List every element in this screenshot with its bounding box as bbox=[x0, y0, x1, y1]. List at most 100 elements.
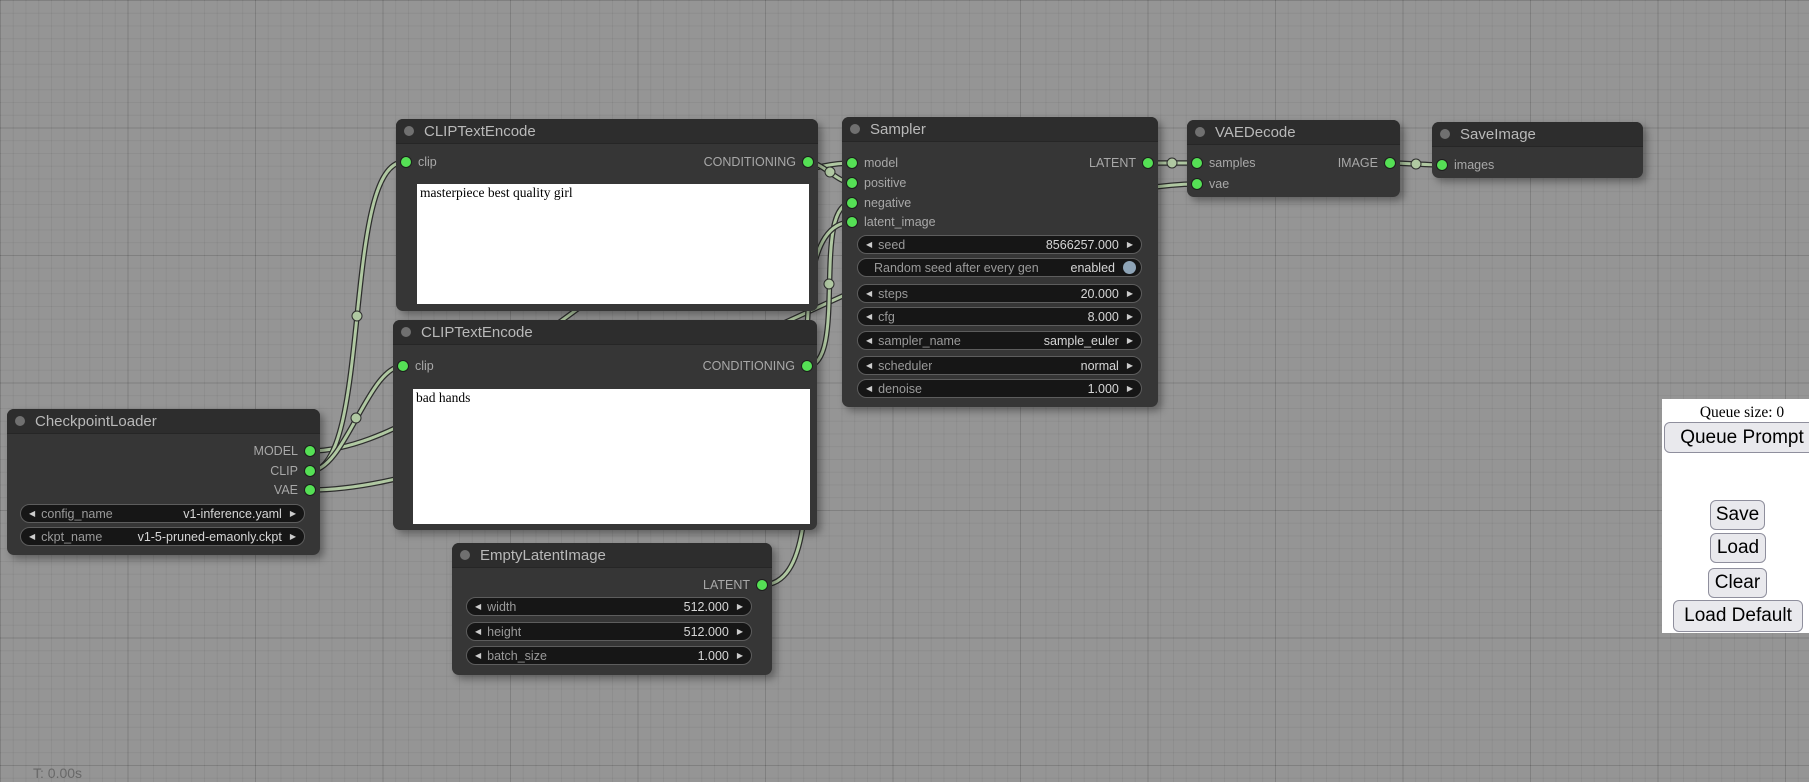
increment-arrow-icon[interactable]: ▶ bbox=[1127, 313, 1133, 321]
widget-batch-size[interactable]: ◀ batch_size 1.000 ▶ bbox=[466, 646, 752, 665]
node-empty-latent-image[interactable]: EmptyLatentImage LATENT ◀ width 512.000 … bbox=[452, 543, 772, 675]
output-slot-conditioning[interactable]: CONDITIONING bbox=[703, 356, 817, 376]
output-pin-icon[interactable] bbox=[305, 466, 315, 476]
input-slot-negative[interactable]: negative bbox=[842, 193, 911, 213]
output-slot-image[interactable]: IMAGE bbox=[1338, 153, 1400, 173]
decrement-arrow-icon[interactable]: ◀ bbox=[29, 510, 35, 518]
output-slot-model[interactable]: MODEL bbox=[254, 441, 320, 461]
increment-arrow-icon[interactable]: ▶ bbox=[1127, 337, 1133, 345]
input-slot-model[interactable]: model bbox=[842, 153, 898, 173]
node-title-bar[interactable]: CLIPTextEncode bbox=[393, 320, 817, 345]
output-slot-conditioning[interactable]: CONDITIONING bbox=[704, 152, 818, 172]
node-save-image[interactable]: SaveImage images bbox=[1432, 122, 1643, 178]
collapse-dot-icon[interactable] bbox=[401, 327, 411, 337]
slot-label: positive bbox=[864, 176, 906, 190]
output-pin-icon[interactable] bbox=[802, 361, 812, 371]
input-pin-icon[interactable] bbox=[401, 157, 411, 167]
node-title-bar[interactable]: Sampler bbox=[842, 117, 1158, 142]
load-button[interactable]: Load bbox=[1710, 533, 1766, 563]
increment-arrow-icon[interactable]: ▶ bbox=[737, 603, 743, 611]
output-slot-latent[interactable]: LATENT bbox=[703, 575, 772, 595]
node-title-bar[interactable]: CLIPTextEncode bbox=[396, 119, 818, 144]
decrement-arrow-icon[interactable]: ◀ bbox=[866, 385, 872, 393]
clear-button[interactable]: Clear bbox=[1708, 568, 1767, 598]
node-title-bar[interactable]: EmptyLatentImage bbox=[452, 543, 772, 568]
increment-arrow-icon[interactable]: ▶ bbox=[1127, 241, 1133, 249]
increment-arrow-icon[interactable]: ▶ bbox=[1127, 290, 1133, 298]
input-slot-images[interactable]: images bbox=[1432, 155, 1494, 175]
output-pin-icon[interactable] bbox=[1143, 158, 1153, 168]
node-title-bar[interactable]: CheckpointLoader bbox=[7, 409, 320, 434]
increment-arrow-icon[interactable]: ▶ bbox=[290, 510, 296, 518]
increment-arrow-icon[interactable]: ▶ bbox=[737, 628, 743, 636]
input-pin-icon[interactable] bbox=[847, 217, 857, 227]
widget-sampler-name[interactable]: ◀ sampler_name sample_euler ▶ bbox=[857, 331, 1142, 350]
collapse-dot-icon[interactable] bbox=[15, 416, 25, 426]
decrement-arrow-icon[interactable]: ◀ bbox=[475, 628, 481, 636]
decrement-arrow-icon[interactable]: ◀ bbox=[475, 652, 481, 660]
widget-denoise[interactable]: ◀ denoise 1.000 ▶ bbox=[857, 379, 1142, 398]
decrement-arrow-icon[interactable]: ◀ bbox=[866, 290, 872, 298]
load-default-button[interactable]: Load Default bbox=[1673, 600, 1803, 632]
increment-arrow-icon[interactable]: ▶ bbox=[1127, 362, 1133, 370]
toggle-indicator-icon[interactable] bbox=[1123, 261, 1136, 274]
decrement-arrow-icon[interactable]: ◀ bbox=[866, 313, 872, 321]
increment-arrow-icon[interactable]: ▶ bbox=[1127, 385, 1133, 393]
queue-prompt-button[interactable]: Queue Prompt bbox=[1664, 422, 1809, 453]
input-slot-clip[interactable]: clip bbox=[396, 152, 437, 172]
positive-prompt-textarea[interactable]: masterpiece best quality girl bbox=[417, 184, 809, 304]
input-pin-icon[interactable] bbox=[398, 361, 408, 371]
widget-width[interactable]: ◀ width 512.000 ▶ bbox=[466, 597, 752, 616]
output-pin-icon[interactable] bbox=[305, 485, 315, 495]
input-pin-icon[interactable] bbox=[1192, 158, 1202, 168]
increment-arrow-icon[interactable]: ▶ bbox=[290, 533, 296, 541]
input-slot-vae[interactable]: vae bbox=[1187, 174, 1229, 194]
save-button[interactable]: Save bbox=[1710, 500, 1765, 530]
input-pin-icon[interactable] bbox=[847, 178, 857, 188]
node-clip-text-encode-negative[interactable]: CLIPTextEncode clip CONDITIONING bad han… bbox=[393, 320, 817, 530]
output-pin-icon[interactable] bbox=[305, 446, 315, 456]
input-pin-icon[interactable] bbox=[1192, 179, 1202, 189]
output-slot-vae[interactable]: VAE bbox=[274, 480, 320, 500]
output-pin-icon[interactable] bbox=[757, 580, 767, 590]
output-pin-icon[interactable] bbox=[1385, 158, 1395, 168]
decrement-arrow-icon[interactable]: ◀ bbox=[475, 603, 481, 611]
widget-config-name[interactable]: ◀ config_name v1-inference.yaml ▶ bbox=[20, 504, 305, 523]
input-slot-clip[interactable]: clip bbox=[393, 356, 434, 376]
input-slot-latent-image[interactable]: latent_image bbox=[842, 212, 936, 232]
collapse-dot-icon[interactable] bbox=[404, 126, 414, 136]
decrement-arrow-icon[interactable]: ◀ bbox=[866, 241, 872, 249]
widget-seed[interactable]: ◀ seed 8566257.000 ▶ bbox=[857, 235, 1142, 254]
increment-arrow-icon[interactable]: ▶ bbox=[737, 652, 743, 660]
input-pin-icon[interactable] bbox=[847, 158, 857, 168]
widget-random-seed-toggle[interactable]: Random seed after every gen enabled bbox=[857, 258, 1142, 277]
decrement-arrow-icon[interactable]: ◀ bbox=[866, 362, 872, 370]
widget-scheduler[interactable]: ◀ scheduler normal ▶ bbox=[857, 356, 1142, 375]
node-title-bar[interactable]: SaveImage bbox=[1432, 122, 1643, 147]
input-pin-icon[interactable] bbox=[847, 198, 857, 208]
slot-label: latent_image bbox=[864, 215, 936, 229]
widget-steps[interactable]: ◀ steps 20.000 ▶ bbox=[857, 284, 1142, 303]
widget-cfg[interactable]: ◀ cfg 8.000 ▶ bbox=[857, 307, 1142, 326]
output-slot-clip[interactable]: CLIP bbox=[270, 461, 320, 481]
collapse-dot-icon[interactable] bbox=[1195, 127, 1205, 137]
widget-ckpt-name[interactable]: ◀ ckpt_name v1-5-pruned-emaonly.ckpt ▶ bbox=[20, 527, 305, 546]
node-sampler[interactable]: Sampler model positive negative latent_i… bbox=[842, 117, 1158, 407]
decrement-arrow-icon[interactable]: ◀ bbox=[29, 533, 35, 541]
decrement-arrow-icon[interactable]: ◀ bbox=[866, 337, 872, 345]
node-title-bar[interactable]: VAEDecode bbox=[1187, 120, 1400, 145]
output-slot-latent[interactable]: LATENT bbox=[1089, 153, 1158, 173]
graph-canvas[interactable]: { "canvas": { "timer_label": "T: 0.00s",… bbox=[0, 0, 1809, 782]
widget-height[interactable]: ◀ height 512.000 ▶ bbox=[466, 622, 752, 641]
input-pin-icon[interactable] bbox=[1437, 160, 1447, 170]
input-slot-positive[interactable]: positive bbox=[842, 173, 906, 193]
collapse-dot-icon[interactable] bbox=[1440, 129, 1450, 139]
collapse-dot-icon[interactable] bbox=[460, 550, 470, 560]
node-vae-decode[interactable]: VAEDecode samples vae IMAGE bbox=[1187, 120, 1400, 197]
output-pin-icon[interactable] bbox=[803, 157, 813, 167]
input-slot-samples[interactable]: samples bbox=[1187, 153, 1256, 173]
node-checkpoint-loader[interactable]: CheckpointLoader MODEL CLIP VAE ◀ config… bbox=[7, 409, 320, 555]
negative-prompt-textarea[interactable]: bad hands bbox=[413, 389, 810, 524]
node-clip-text-encode-positive[interactable]: CLIPTextEncode clip CONDITIONING masterp… bbox=[396, 119, 818, 311]
collapse-dot-icon[interactable] bbox=[850, 124, 860, 134]
